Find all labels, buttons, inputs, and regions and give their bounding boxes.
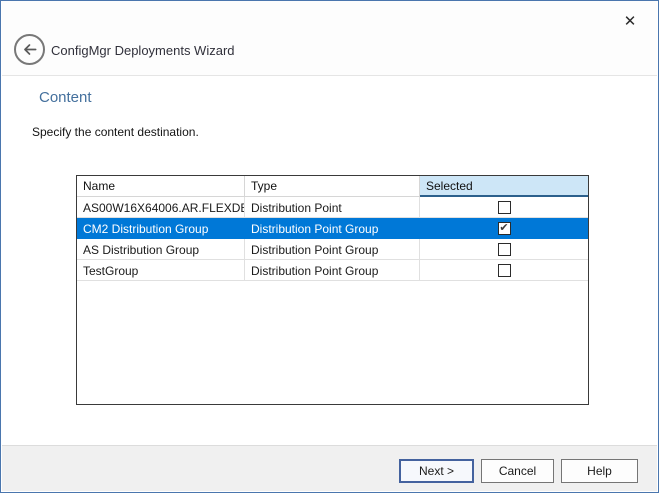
- column-header-type[interactable]: Type: [245, 176, 420, 197]
- table-header: Name Type Selected: [77, 176, 588, 197]
- row-checkbox[interactable]: [498, 201, 511, 214]
- cell-type: Distribution Point: [245, 197, 420, 218]
- cell-selected: [420, 239, 588, 260]
- table-row[interactable]: TestGroupDistribution Point Group: [77, 260, 588, 281]
- cell-name: AS00W16X64006.AR.FLEXDEV...: [77, 197, 245, 218]
- footer-bar: Next > Cancel Help: [2, 445, 657, 491]
- cell-type: Distribution Point Group: [245, 260, 420, 281]
- page-description: Specify the content destination.: [32, 125, 199, 139]
- wizard-header: ConfigMgr Deployments Wizard ✕: [2, 1, 657, 76]
- next-button[interactable]: Next >: [399, 459, 474, 483]
- back-arrow-icon: [21, 41, 38, 58]
- cell-name: CM2 Distribution Group: [77, 218, 245, 239]
- page-title: Content: [39, 89, 92, 106]
- cancel-button[interactable]: Cancel: [481, 459, 554, 483]
- row-checkbox[interactable]: [498, 264, 511, 277]
- wizard-window: ConfigMgr Deployments Wizard ✕ Content S…: [0, 0, 659, 493]
- cell-name: AS Distribution Group: [77, 239, 245, 260]
- row-checkbox[interactable]: [498, 243, 511, 256]
- cell-type: Distribution Point Group: [245, 239, 420, 260]
- table-body: AS00W16X64006.AR.FLEXDEV...Distribution …: [77, 197, 588, 281]
- back-button[interactable]: [14, 34, 45, 65]
- close-icon: ✕: [624, 12, 637, 30]
- cell-name: TestGroup: [77, 260, 245, 281]
- table-row[interactable]: AS Distribution GroupDistribution Point …: [77, 239, 588, 260]
- column-header-selected[interactable]: Selected: [420, 176, 588, 197]
- row-checkbox[interactable]: ✔: [498, 222, 511, 235]
- close-button[interactable]: ✕: [617, 9, 643, 33]
- table-row[interactable]: AS00W16X64006.AR.FLEXDEV...Distribution …: [77, 197, 588, 218]
- cell-type: Distribution Point Group: [245, 218, 420, 239]
- column-header-name[interactable]: Name: [77, 176, 245, 197]
- table-row[interactable]: CM2 Distribution GroupDistribution Point…: [77, 218, 588, 239]
- wizard-title: ConfigMgr Deployments Wizard: [51, 43, 235, 58]
- cell-selected: ✔: [420, 218, 588, 239]
- help-button[interactable]: Help: [561, 459, 638, 483]
- cell-selected: [420, 260, 588, 281]
- cell-selected: [420, 197, 588, 218]
- content-destination-table: Name Type Selected AS00W16X64006.AR.FLEX…: [76, 175, 589, 405]
